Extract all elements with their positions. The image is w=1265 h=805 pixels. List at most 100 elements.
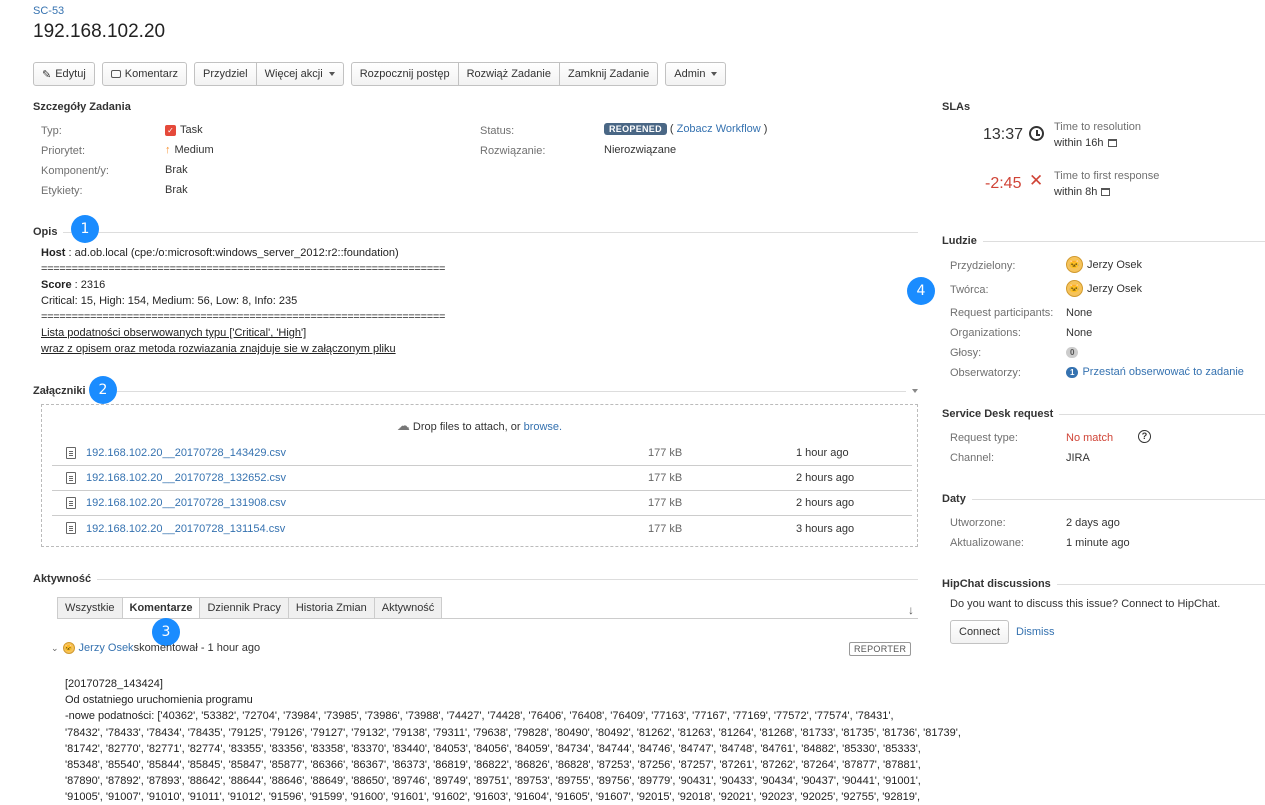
organizations-value: None	[1066, 327, 1093, 339]
issue-title: 192.168.102.20	[33, 21, 166, 42]
sort-arrow-icon[interactable]: ↓	[908, 603, 914, 617]
creator-value[interactable]: 🐱 Jerzy Osek	[1066, 280, 1142, 297]
comment-author-link[interactable]: Jerzy Osek	[79, 642, 134, 654]
close-icon: ✕	[1029, 171, 1044, 190]
attachments-dropzone[interactable]: ☁ Drop files to attach, or browse. 192.1…	[41, 404, 918, 547]
task-type-icon: ✓	[165, 124, 176, 136]
comment-header: ⌄ 🐱 Jerzy Osek skomentował - 1 hour ago	[51, 642, 261, 654]
start-progress-button[interactable]: Rozpocznij postęp	[350, 62, 459, 86]
assign-button[interactable]: Przydziel	[194, 62, 257, 86]
attachments-heading: Załączniki	[33, 385, 918, 397]
sla-response-within: within 8h	[1054, 186, 1111, 198]
file-icon	[66, 497, 76, 509]
watchers-value: 1 Przestań obserwować to zadanie	[1066, 366, 1244, 378]
attachment-link[interactable]: 192.168.102.20__20170728_131154.csv	[86, 523, 285, 535]
assignee-value[interactable]: 🐱 Jerzy Osek	[1066, 256, 1142, 273]
arrow-up-icon: ↑	[165, 144, 171, 156]
hipchat-heading: HipChat discussions	[942, 578, 1265, 590]
request-type-value[interactable]: No match	[1066, 432, 1113, 444]
created-label: Utworzone:	[950, 517, 1006, 529]
tab-comments[interactable]: Komentarze	[121, 597, 201, 619]
votes-count[interactable]: 0	[1066, 347, 1079, 358]
participants-label: Request participants:	[950, 307, 1054, 319]
reporter-badge: REPORTER	[849, 642, 912, 656]
priority-value: ↑ Medium	[165, 144, 214, 156]
calendar-icon	[1101, 188, 1111, 196]
pencil-icon: ✎	[42, 68, 52, 81]
description-heading: Opis	[33, 226, 918, 238]
issue-key-link[interactable]: SC-53	[33, 5, 64, 17]
tab-work-log[interactable]: Dziennik Pracy	[199, 597, 289, 619]
sla-response-time: -2:45	[985, 175, 1022, 192]
avatar: 🐱	[1066, 280, 1083, 297]
channel-label: Channel:	[950, 452, 995, 464]
file-icon	[66, 447, 76, 459]
attachment-link[interactable]: 192.168.102.20__20170728_143429.csv	[86, 447, 286, 459]
file-icon	[66, 472, 76, 484]
dismiss-link[interactable]: Dismiss	[1016, 626, 1055, 638]
browse-link[interactable]: browse.	[524, 421, 563, 433]
tab-history[interactable]: Historia Zmian	[287, 597, 375, 619]
attachment-link[interactable]: 192.168.102.20__20170728_131908.csv	[86, 497, 286, 509]
section-divider	[971, 498, 1265, 500]
watchers-count[interactable]: 1	[1066, 366, 1079, 378]
chevron-down-icon[interactable]: ⌄	[51, 643, 59, 654]
calendar-icon	[1107, 139, 1117, 147]
description-body: Host : ad.ob.local (cpe:/o:microsoft:win…	[41, 247, 446, 355]
section-divider	[1059, 413, 1265, 415]
section-divider	[91, 390, 906, 392]
drop-hint: ☁ Drop files to attach, or browse.	[396, 418, 563, 433]
resolution-label: Rozwiązanie:	[480, 145, 546, 157]
components-value: Brak	[165, 164, 188, 176]
slas-heading: SLAs	[942, 101, 971, 113]
attachment-size: 177 kB	[648, 522, 683, 535]
speech-bubble-icon	[110, 70, 121, 78]
attachment-size: 177 kB	[648, 472, 683, 484]
marker-1: 1	[71, 215, 99, 243]
dates-heading: Daty	[942, 493, 1265, 505]
hipchat-text: Do you want to discuss this issue? Conne…	[950, 598, 1221, 610]
issue-toolbar: ✎ Edytuj Komentarz Przydziel Więcej akcj…	[33, 62, 733, 86]
details-heading: Szczegóły Zadania	[33, 101, 131, 113]
connect-button[interactable]: Connect	[950, 620, 1009, 644]
view-workflow-link[interactable]: Zobacz Workflow	[677, 123, 761, 135]
resolve-issue-button[interactable]: Rozwiąż Zadanie	[458, 62, 560, 86]
votes-label: Głosy:	[950, 347, 982, 359]
labels-label: Etykiety:	[41, 185, 83, 197]
status-label: Status:	[480, 125, 515, 137]
created-value: 2 days ago	[1066, 517, 1120, 529]
unwatch-link[interactable]: Przestań obserwować to zadanie	[1082, 366, 1243, 378]
sla-resolution-title: Time to resolution	[1054, 121, 1142, 133]
attachment-date: 2 hours ago	[796, 497, 855, 509]
attachment-date: 1 hour ago	[796, 447, 849, 459]
attachment-size: 177 kB	[648, 447, 683, 459]
attachment-row: 192.168.102.20__20170728_132652.csv 177 …	[52, 466, 912, 491]
type-value: ✓ Task	[165, 124, 203, 136]
more-actions-dropdown[interactable]: Więcej akcji	[256, 62, 344, 86]
chevron-down-icon[interactable]	[912, 389, 918, 393]
cloud-upload-icon: ☁	[396, 418, 410, 433]
attachment-size: 177 kB	[648, 497, 683, 509]
tab-activity[interactable]: Aktywność	[373, 597, 443, 619]
components-label: Komponent/y:	[41, 165, 109, 177]
attachment-date: 3 hours ago	[796, 522, 855, 535]
tab-all[interactable]: Wszystkie	[57, 597, 123, 619]
comment-button[interactable]: Komentarz	[101, 62, 187, 86]
edit-button[interactable]: ✎ Edytuj	[33, 62, 95, 86]
request-type-label: Request type:	[950, 432, 1018, 444]
creator-label: Twórca:	[950, 284, 989, 296]
chevron-down-icon	[328, 72, 335, 76]
attachment-link[interactable]: 192.168.102.20__20170728_132652.csv	[86, 472, 286, 484]
status-value: REOPENED (Zobacz Workflow)	[604, 123, 767, 135]
type-label: Typ:	[41, 125, 62, 137]
updated-value: 1 minute ago	[1066, 537, 1130, 549]
status-badge: REOPENED	[604, 123, 667, 135]
help-icon[interactable]: ?	[1138, 430, 1151, 443]
avatar: 🐱	[62, 642, 75, 654]
marker-4: 4	[907, 277, 935, 305]
sla-resolution-within: within 16h	[1054, 137, 1117, 149]
close-issue-button[interactable]: Zamknij Zadanie	[559, 62, 659, 86]
admin-dropdown[interactable]: Admin	[665, 62, 727, 86]
section-divider	[1056, 583, 1265, 585]
attachment-row: 192.168.102.20__20170728_131908.csv 177 …	[52, 491, 912, 516]
